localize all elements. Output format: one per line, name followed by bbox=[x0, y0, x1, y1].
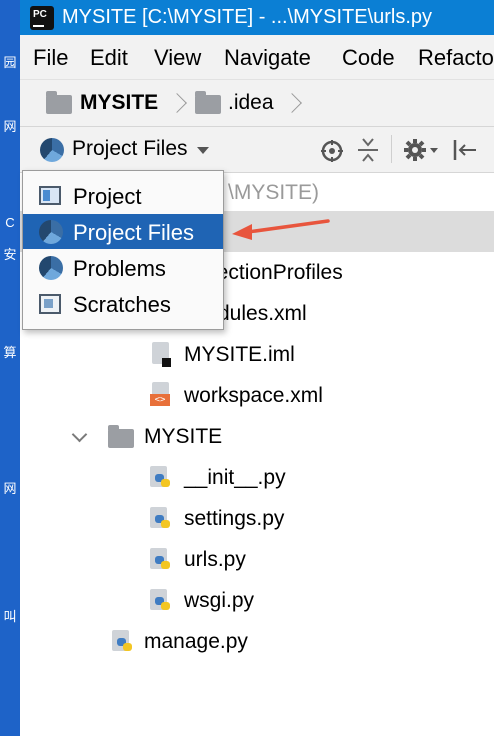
toolbar-divider bbox=[391, 135, 392, 163]
menu-item-scratches[interactable]: Scratches bbox=[23, 286, 223, 321]
menu-edit[interactable]: Edit bbox=[90, 45, 128, 71]
menu-navigate[interactable]: Navigate bbox=[224, 45, 311, 71]
tree-row[interactable]: MYSITE bbox=[20, 417, 494, 457]
title-bar[interactable]: PC MYSITE [C:\MYSITE] - ...\MYSITE\urls.… bbox=[20, 0, 494, 35]
window-title: MYSITE [C:\MYSITE] - ...\MYSITE\urls.py bbox=[62, 6, 433, 28]
gear-icon[interactable] bbox=[403, 138, 427, 162]
menu-item-label: Project bbox=[73, 184, 142, 209]
menu-item-problems[interactable]: Problems bbox=[23, 250, 223, 285]
collapse-all-icon[interactable] bbox=[356, 137, 380, 163]
desktop-strip: 园 网 C 安 算 网 叫 bbox=[0, 0, 20, 736]
expand-arrow-icon[interactable] bbox=[71, 426, 88, 443]
tree-item-label: urls.py bbox=[184, 548, 246, 571]
desktop-icon-label: 网 bbox=[3, 119, 17, 134]
desktop-icon-label: 算 bbox=[3, 345, 17, 360]
tree-row[interactable]: <> workspace.xml bbox=[20, 376, 494, 416]
view-selector[interactable]: Project Files bbox=[72, 137, 188, 161]
desktop-icon-label: 网 bbox=[3, 481, 17, 496]
iml-file-icon bbox=[150, 342, 172, 368]
folder-icon bbox=[46, 91, 72, 114]
tree-row[interactable]: MYSITE.iml bbox=[20, 335, 494, 375]
tree-row[interactable]: wsgi.py bbox=[20, 581, 494, 621]
breadcrumb-item-idea[interactable]: .idea bbox=[228, 91, 274, 115]
tree-item-label: wsgi.py bbox=[184, 589, 255, 612]
tree-row[interactable]: urls.py bbox=[20, 540, 494, 580]
desktop-icon-label: 安 bbox=[3, 247, 17, 262]
tree-item-label: __init__.py bbox=[184, 466, 286, 489]
breadcrumb: MYSITE .idea bbox=[20, 80, 494, 127]
chevron-right-icon bbox=[282, 93, 302, 113]
chevron-right-icon bbox=[167, 93, 187, 113]
menu-item-label: Project Files bbox=[73, 220, 195, 245]
tree-root-path: \MYSITE) bbox=[228, 181, 320, 204]
pie-icon bbox=[39, 220, 63, 244]
xml-file-icon: <> bbox=[150, 382, 172, 408]
menu-item-project-files[interactable]: Project Files bbox=[23, 214, 223, 249]
menu-bar: File Edit View Navigate Code Refacto bbox=[20, 35, 494, 80]
desktop-icon-label: 叫 bbox=[3, 609, 17, 624]
python-file-icon bbox=[112, 630, 134, 654]
pycharm-logo-icon: PC bbox=[30, 6, 54, 30]
desktop-icon-label: 园 bbox=[3, 55, 17, 70]
folder-icon bbox=[108, 425, 134, 448]
menu-view[interactable]: View bbox=[154, 45, 201, 71]
locate-icon[interactable] bbox=[320, 139, 344, 163]
gear-dropdown-arrow-icon[interactable] bbox=[430, 148, 438, 153]
folder-icon bbox=[195, 91, 221, 114]
python-file-icon bbox=[150, 507, 172, 531]
project-toolbar: Project Files bbox=[20, 127, 494, 173]
tree-row[interactable]: settings.py bbox=[20, 499, 494, 539]
hide-panel-icon[interactable] bbox=[452, 138, 478, 162]
tree-row[interactable]: __init__.py bbox=[20, 458, 494, 498]
annotation-arrow-icon bbox=[232, 219, 330, 240]
tree-item-label: MYSITE.iml bbox=[184, 343, 295, 366]
menu-file[interactable]: File bbox=[33, 45, 68, 71]
tree-item-label: manage.py bbox=[144, 630, 248, 653]
pie-icon bbox=[40, 138, 64, 162]
tree-item-label: MYSITE bbox=[144, 425, 223, 448]
menu-item-label: Problems bbox=[73, 256, 166, 281]
tree-item-label: dules.xml bbox=[218, 302, 307, 325]
menu-item-label: Scratches bbox=[73, 292, 171, 317]
menu-refactor[interactable]: Refacto bbox=[418, 45, 494, 71]
tree-item-label: settings.py bbox=[184, 507, 285, 530]
tree-item-label: pectionProfiles bbox=[205, 261, 343, 284]
project-icon bbox=[39, 186, 61, 205]
desktop-icon-label: C bbox=[5, 215, 15, 230]
view-dropdown-menu: Project Project Files Problems Scratches bbox=[22, 170, 224, 330]
tree-row[interactable]: manage.py bbox=[20, 622, 494, 662]
breadcrumb-item-mysite[interactable]: MYSITE bbox=[80, 91, 158, 115]
menu-code[interactable]: Code bbox=[342, 45, 395, 71]
python-file-icon bbox=[150, 466, 172, 490]
tree-item-label: workspace.xml bbox=[184, 384, 323, 407]
python-file-icon bbox=[150, 589, 172, 613]
python-file-icon bbox=[150, 548, 172, 572]
scratches-icon bbox=[39, 294, 61, 314]
dropdown-arrow-icon[interactable] bbox=[197, 147, 209, 154]
menu-item-project[interactable]: Project bbox=[23, 178, 223, 213]
pie-icon bbox=[39, 256, 63, 280]
